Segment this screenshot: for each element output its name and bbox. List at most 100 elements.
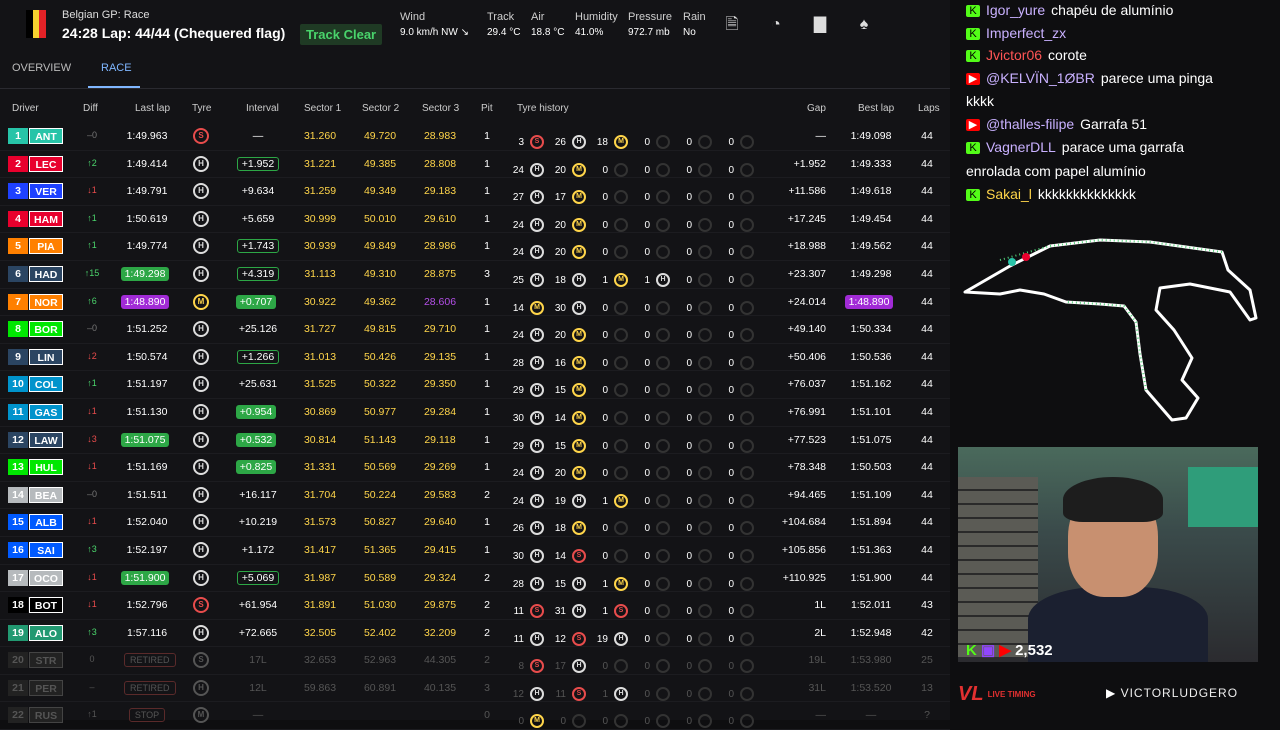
stint-laps: 0 xyxy=(602,192,608,204)
best-lap: 1:50.334 xyxy=(845,323,897,335)
position-diff: ↓2 xyxy=(87,350,97,361)
driver-code: HAM xyxy=(29,210,63,227)
weather-rain: Rain No xyxy=(683,11,706,38)
document-icon[interactable]: 🗎 xyxy=(722,15,742,35)
interval: +72.665 xyxy=(232,627,284,639)
position-badge: 16 xyxy=(8,541,28,558)
table-header: Driver Diff Last lap Tyre Interval Secto… xyxy=(0,100,950,118)
table-row[interactable]: 5 PIA ↑1 1:49.774 H +1.743 30.939 49.849 28.986 1… xyxy=(0,233,950,261)
sector1-time: 31.113 xyxy=(304,267,336,280)
table-row[interactable]: 8 BOR –0 1:51.252 H +25.126 31.727 49.815 29.710… xyxy=(0,316,950,344)
table-row[interactable]: 10 COL ↑1 1:51.197 H +25.631 31.525 50.322 29.35… xyxy=(0,371,950,399)
col-best-lap[interactable]: Best lap xyxy=(858,103,894,114)
position-badge: 18 xyxy=(8,597,28,614)
col-tyre[interactable]: Tyre xyxy=(192,103,211,114)
interval-value: +9.634 xyxy=(241,185,275,198)
stint-tyre-icon xyxy=(740,355,754,370)
col-pit[interactable]: Pit xyxy=(481,103,493,114)
tyre-compound-icon: H xyxy=(193,514,209,531)
table-row[interactable]: 16 SAI ↑3 1:52.197 H +1.172 31.417 51.365 29.415… xyxy=(0,537,950,565)
stint-tyre-icon xyxy=(698,272,712,287)
table-row[interactable]: 14 BEA –0 1:51.511 H +16.117 31.704 50.224 29.58… xyxy=(0,482,950,510)
chart-icon[interactable]: ▇ xyxy=(810,15,830,35)
table-row[interactable]: 2 LEC ↑2 1:49.414 H +1.952 31.221 49.385 28.808 1… xyxy=(0,151,950,179)
last-lap-value: 1:57.116 xyxy=(126,626,168,639)
table-row[interactable]: 17 OCO ↓1 1:51.900 H +5.069 31.987 50.589 29.324… xyxy=(0,565,950,593)
stint-tyre-icon xyxy=(698,714,712,729)
stint-laps: 0 xyxy=(644,661,650,673)
best-lap: 1:51.363 xyxy=(845,544,897,556)
tyre-compound-icon: M xyxy=(193,293,209,310)
last-lap-value: 1:51.075 xyxy=(120,432,170,447)
col-sector3[interactable]: Sector 3 xyxy=(422,103,459,114)
table-row[interactable]: 22 RUS ↑1 STOP M —0 0 M 0 0 0 0 0— —? xyxy=(0,702,950,730)
stint-laps: 0 xyxy=(686,440,692,452)
table-row[interactable]: 20 STR 0 RETIRED S 17L 32.653 52.963 44.305 2 8 S 17… xyxy=(0,647,950,675)
gap-to-leader: +24.014 xyxy=(787,295,826,308)
col-tyre-history[interactable]: Tyre history xyxy=(517,103,569,114)
stint-laps: 29 xyxy=(512,440,524,452)
sector1-time: 31.727 xyxy=(303,323,337,336)
car-marker xyxy=(1008,258,1016,266)
col-gap[interactable]: Gap xyxy=(807,103,826,114)
table-row[interactable]: 4 HAM ↑1 1:50.619 H +5.659 30.999 50.010 29.610 1… xyxy=(0,206,950,234)
table-row[interactable]: 3 VER ↓1 1:49.791 H +9.634 31.259 49.349 29.183 1… xyxy=(0,178,950,206)
col-sector2[interactable]: Sector 2 xyxy=(362,103,399,114)
stint-laps: 0 xyxy=(644,330,650,342)
stint-tyre-icon xyxy=(656,521,670,536)
interval-value: +0.707 xyxy=(235,294,277,309)
best-lap: 1:51.101 xyxy=(845,406,897,418)
stint-tyre-icon xyxy=(698,245,712,260)
col-driver[interactable]: Driver xyxy=(12,103,39,114)
stint-laps: 8 xyxy=(518,661,524,673)
sector1-time: 59.863 xyxy=(303,681,337,694)
position-diff: ↑6 xyxy=(87,295,97,306)
col-laps[interactable]: Laps xyxy=(918,103,940,114)
tab-race[interactable]: RACE xyxy=(101,62,132,74)
best-lap-value: 1:49.562 xyxy=(850,240,892,253)
pit-count: 1 xyxy=(484,543,490,556)
col-diff[interactable]: Diff xyxy=(83,103,98,114)
table-row[interactable]: 11 GAS ↓1 1:51.130 H +0.954 30.869 50.977 29.284… xyxy=(0,399,950,427)
stint-tyre-icon: M xyxy=(572,438,586,453)
table-row[interactable]: 15 ALB ↓1 1:52.040 H +10.219 31.573 50.827 29.64… xyxy=(0,509,950,537)
trophy-icon[interactable]: ♠ xyxy=(854,15,874,35)
table-row[interactable]: 18 BOT ↓1 1:52.796 S +61.954 31.891 51.030 29.87… xyxy=(0,592,950,620)
col-sector1[interactable]: Sector 1 xyxy=(304,103,341,114)
speedometer-icon[interactable]: ◔ xyxy=(766,15,786,35)
stint-laps: 0 xyxy=(728,219,734,231)
stint-laps: 0 xyxy=(686,578,692,590)
stint-tyre-icon xyxy=(740,521,754,536)
stint-tyre-icon xyxy=(740,659,754,674)
stint-laps: 0 xyxy=(728,550,734,562)
table-row[interactable]: 12 LAW ↓3 1:51.075 H +0.532 30.814 51.143 29.118… xyxy=(0,427,950,455)
chat-text: Garrafa 51 xyxy=(1080,116,1148,132)
stint-laps: 17 xyxy=(554,661,566,673)
interval-value: +25.126 xyxy=(238,323,278,336)
col-interval[interactable]: Interval xyxy=(246,103,279,114)
stint-laps: 25 xyxy=(512,274,524,286)
tyre-compound-icon: H xyxy=(193,155,209,172)
table-row[interactable]: 9 LIN ↓2 1:50.574 H +1.266 31.013 50.426 29.135 1… xyxy=(0,344,950,372)
sector3-time: 29.875 xyxy=(423,599,457,612)
table-row[interactable]: 13 HUL ↓1 1:51.169 H +0.825 31.331 50.569 29.269… xyxy=(0,454,950,482)
table-row[interactable]: 1 ANT –0 1:49.963 S —31.260 49.720 28.983 1 3 S 26 H… xyxy=(0,123,950,151)
last-lap: RETIRED xyxy=(124,680,176,695)
tab-overview[interactable]: OVERVIEW xyxy=(12,62,71,74)
table-row[interactable]: 6 HAD ↑15 1:49.298 H +4.319 31.113 49.310 28.875… xyxy=(0,261,950,289)
chat-text: enrolada com papel alumínio xyxy=(966,163,1146,179)
stint-laps: 0 xyxy=(644,192,650,204)
stint-tyre-icon xyxy=(698,576,712,591)
stint-laps: 0 xyxy=(602,302,608,314)
position-badge: 6 xyxy=(8,265,28,282)
col-last-lap[interactable]: Last lap xyxy=(135,103,170,114)
sector3-time: 28.875 xyxy=(423,267,457,280)
last-lap: 1:50.619 xyxy=(124,213,170,225)
lap-count: 42 xyxy=(921,626,933,639)
stint-tyre-icon xyxy=(698,548,712,563)
table-row[interactable]: 21 PER – RETIRED H 12L 59.863 60.891 40.135 3 12 H 1… xyxy=(0,675,950,703)
position-badge: 19 xyxy=(8,624,28,641)
table-row[interactable]: 7 NOR ↑6 1:48.890 M +0.707 30.922 49.362 28.606 1… xyxy=(0,289,950,317)
table-row[interactable]: 19 ALO ↑3 1:57.116 H +72.665 32.505 52.402 32.20… xyxy=(0,620,950,648)
sector2-time: 50.589 xyxy=(363,571,397,584)
